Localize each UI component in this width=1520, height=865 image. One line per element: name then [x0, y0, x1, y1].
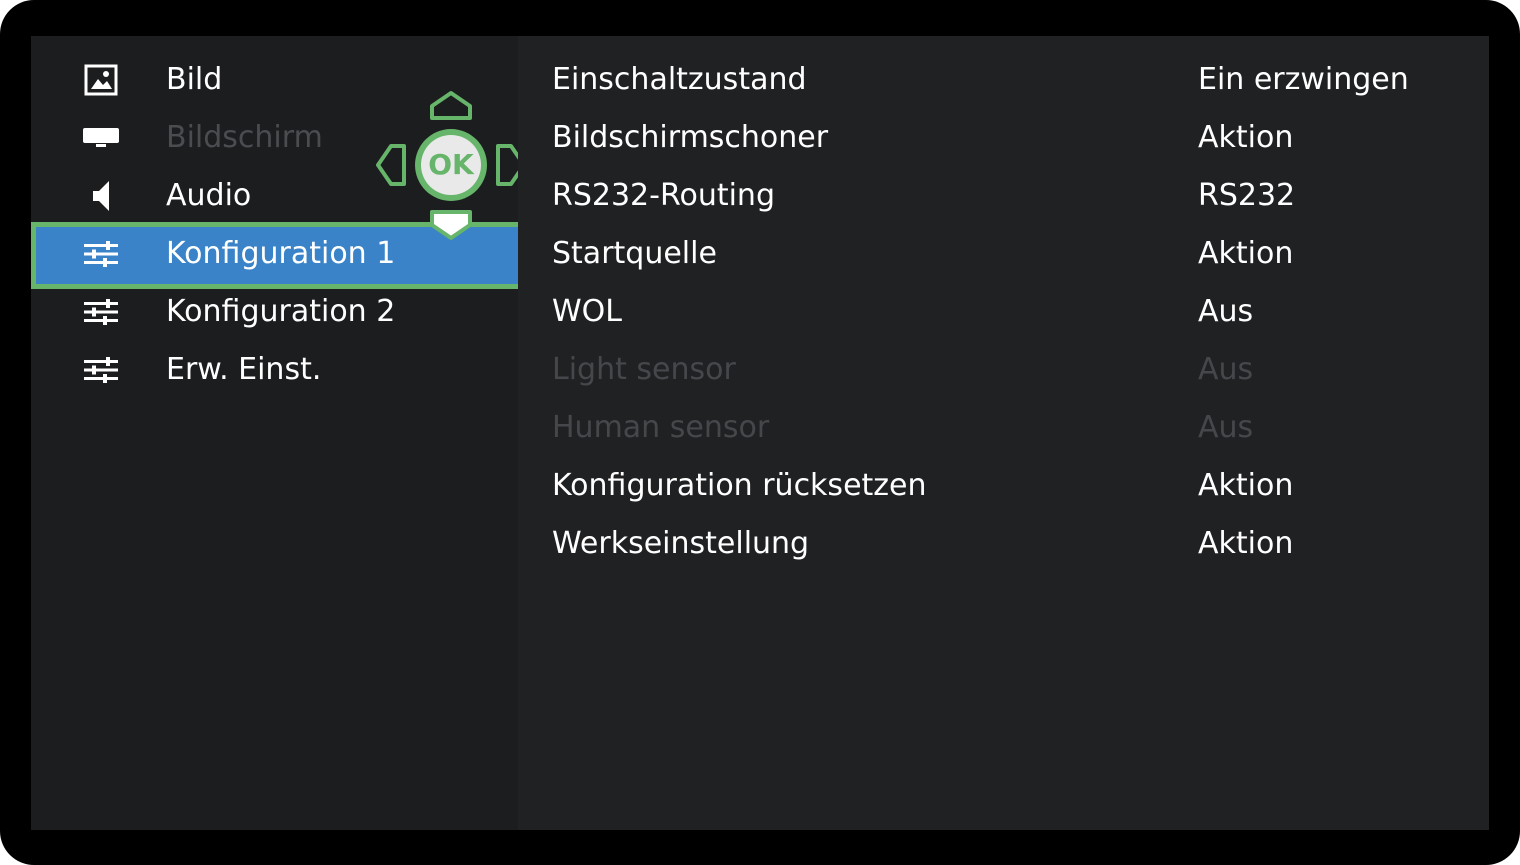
setting-value: Aus [1198, 410, 1254, 445]
osd-screen: Bild Bildschirm Audio Konfiguration 1 Ko… [31, 36, 1489, 830]
setting-value: Aus [1198, 352, 1254, 387]
setting-row-werkseinstellung[interactable]: Werkseinstellung Aktion [552, 515, 1452, 573]
settings-panel: Einschaltzustand Ein erzwingen Bildschir… [518, 36, 1489, 830]
setting-label: WOL [552, 294, 622, 329]
speaker-icon [81, 180, 121, 212]
setting-row-konfiguration-ruecksetzen[interactable]: Konfiguration rücksetzen Aktion [552, 457, 1452, 515]
sliders-icon [81, 238, 121, 270]
menu-item-label: Konfiguration 1 [166, 236, 396, 271]
menu-item-label: Bild [166, 62, 223, 97]
setting-value: RS232 [1198, 178, 1296, 213]
setting-value: Aus [1198, 294, 1254, 329]
up-arrow-icon [430, 91, 472, 120]
setting-label: Startquelle [552, 236, 717, 271]
setting-row-startquelle[interactable]: Startquelle Aktion [552, 225, 1452, 283]
sliders-icon [81, 354, 121, 386]
ok-button-label: OK [428, 148, 474, 181]
menu-item-label: Konfiguration 2 [166, 294, 396, 329]
setting-value: Aktion [1198, 468, 1294, 503]
down-arrow-icon [430, 210, 472, 240]
menu-item-erw-einst[interactable]: Erw. Einst. [31, 341, 518, 399]
setting-label: Bildschirmschoner [552, 120, 829, 155]
setting-label: Konfiguration rücksetzen [552, 468, 927, 503]
setting-value: Aktion [1198, 236, 1294, 271]
setting-label: Einschaltzustand [552, 62, 807, 97]
remote-dpad-hint: OK [374, 88, 534, 248]
sliders-icon [81, 296, 121, 328]
setting-row-wol[interactable]: WOL Aus [552, 283, 1452, 341]
setting-label: RS232-Routing [552, 178, 775, 213]
menu-item-label: Bildschirm [166, 120, 323, 155]
setting-row-einschaltzustand[interactable]: Einschaltzustand Ein erzwingen [552, 51, 1452, 109]
menu-item-konfiguration-2[interactable]: Konfiguration 2 [31, 283, 518, 341]
setting-label: Human sensor [552, 410, 770, 445]
setting-value: Aktion [1198, 526, 1294, 561]
left-arrow-icon [376, 144, 406, 186]
setting-value: Ein erzwingen [1198, 62, 1409, 97]
setting-row-bildschirmschoner[interactable]: Bildschirmschoner Aktion [552, 109, 1452, 167]
display-bezel: Bild Bildschirm Audio Konfiguration 1 Ko… [0, 0, 1520, 865]
main-menu: Bild Bildschirm Audio Konfiguration 1 Ko… [31, 36, 526, 830]
setting-value: Aktion [1198, 120, 1294, 155]
screen-icon [81, 122, 121, 154]
menu-item-label: Audio [166, 178, 252, 213]
setting-row-light-sensor: Light sensor Aus [552, 341, 1452, 399]
picture-icon [81, 64, 121, 96]
setting-label: Light sensor [552, 352, 736, 387]
setting-label: Werkseinstellung [552, 526, 810, 561]
menu-item-label: Erw. Einst. [166, 352, 322, 387]
setting-row-rs232-routing[interactable]: RS232-Routing RS232 [552, 167, 1452, 225]
setting-row-human-sensor: Human sensor Aus [552, 399, 1452, 457]
